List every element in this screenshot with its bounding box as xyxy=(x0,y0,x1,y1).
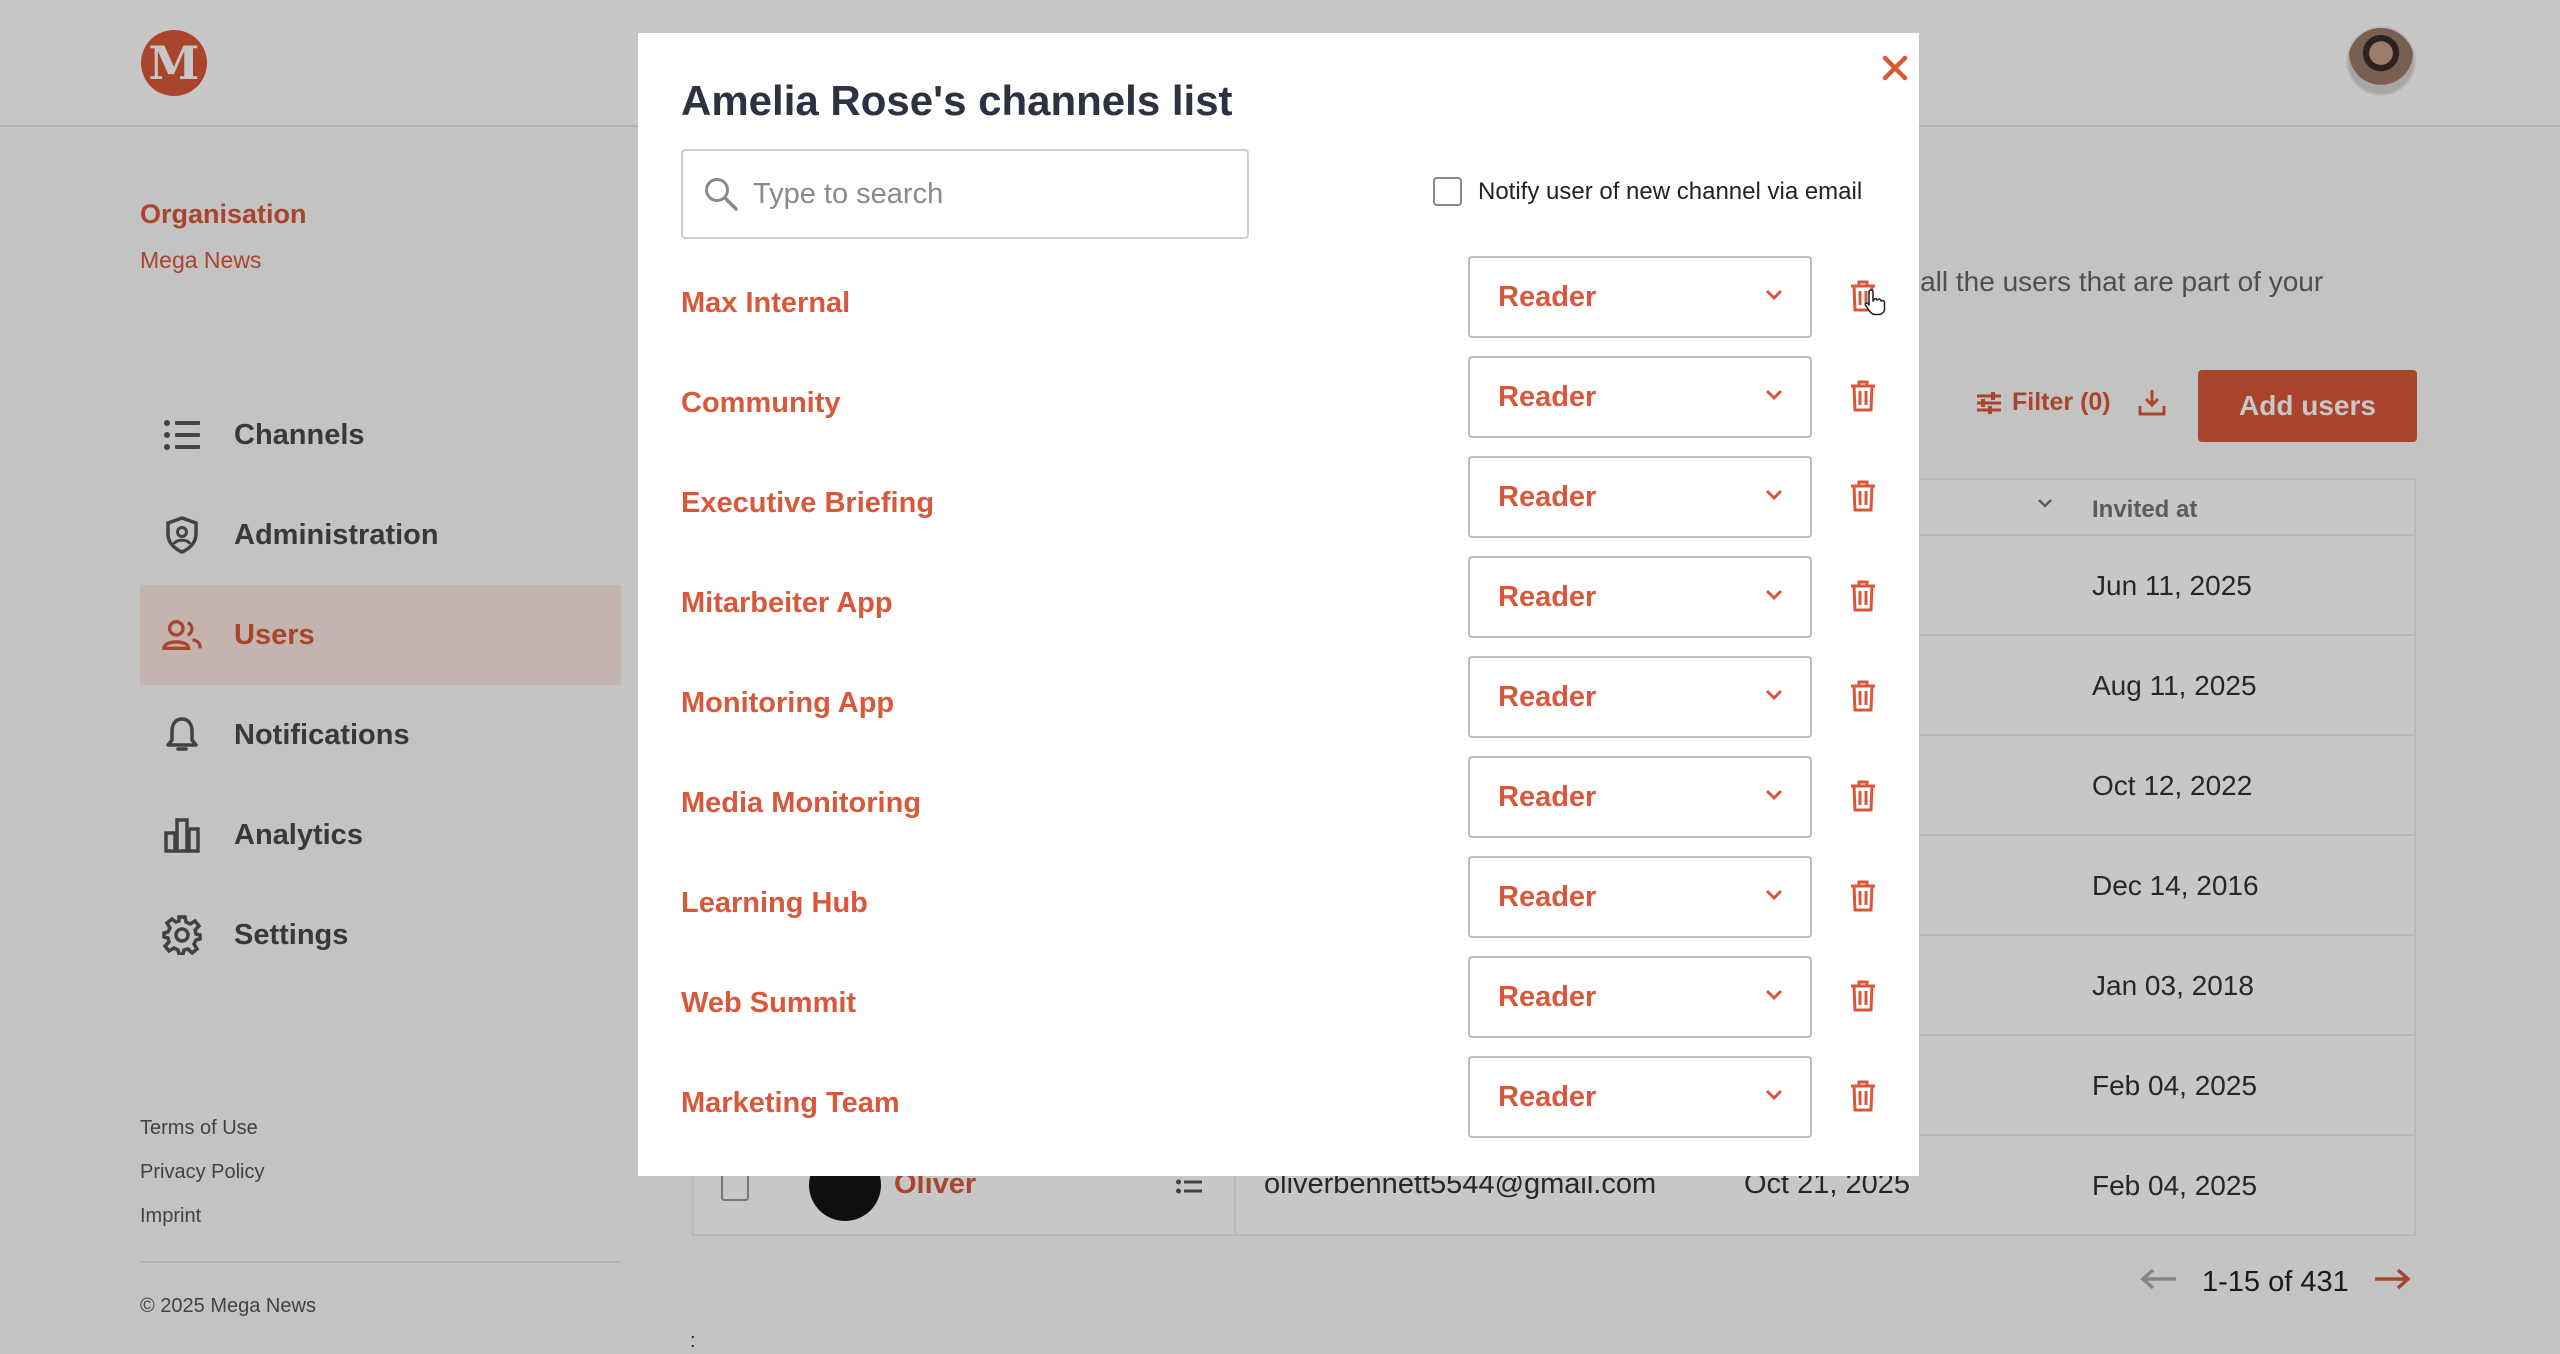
channel-row: Mitarbeiter App Reader xyxy=(638,556,1919,656)
close-icon[interactable] xyxy=(1872,45,1918,91)
role-value: Reader xyxy=(1498,980,1597,1013)
role-value: Reader xyxy=(1498,880,1597,913)
channel-row: Learning Hub Reader xyxy=(638,856,1919,956)
channel-name[interactable]: Marketing Team xyxy=(681,1087,900,1120)
delete-icon[interactable] xyxy=(1843,576,1883,616)
chevron-down-icon xyxy=(1764,688,1784,707)
role-select[interactable]: Reader xyxy=(1468,1056,1812,1138)
channel-name[interactable]: Mitarbeiter App xyxy=(681,587,893,620)
channel-row: Monitoring App Reader xyxy=(638,656,1919,756)
channel-name[interactable]: Media Monitoring xyxy=(681,787,921,820)
channel-row: Max Internal Reader xyxy=(638,256,1919,356)
role-select[interactable]: Reader xyxy=(1468,356,1812,438)
channel-row: Media Monitoring Reader xyxy=(638,756,1919,856)
delete-icon[interactable] xyxy=(1843,1076,1883,1116)
role-value: Reader xyxy=(1498,280,1597,313)
role-value: Reader xyxy=(1498,780,1597,813)
chevron-down-icon xyxy=(1764,288,1784,307)
role-value: Reader xyxy=(1498,680,1597,713)
channel-row: Marketing Team Reader xyxy=(638,1056,1919,1156)
notify-label: Notify user of new channel via email xyxy=(1478,177,1863,205)
delete-icon[interactable] xyxy=(1843,676,1883,716)
role-value: Reader xyxy=(1498,580,1597,613)
delete-icon[interactable] xyxy=(1843,776,1883,816)
channel-row: Web Summit Reader xyxy=(638,956,1919,1056)
chevron-down-icon xyxy=(1764,788,1784,807)
search-field[interactable] xyxy=(681,149,1249,239)
chevron-down-icon xyxy=(1764,1088,1784,1107)
channel-name[interactable]: Max Internal xyxy=(681,287,850,320)
role-value: Reader xyxy=(1498,380,1597,413)
channel-name[interactable]: Community xyxy=(681,387,841,420)
chevron-down-icon xyxy=(1764,388,1784,407)
delete-icon[interactable] xyxy=(1843,476,1883,516)
channel-row: Community Reader xyxy=(638,356,1919,456)
role-value: Reader xyxy=(1498,1080,1597,1113)
channel-name[interactable]: Learning Hub xyxy=(681,887,868,920)
chevron-down-icon xyxy=(1764,888,1784,907)
role-select[interactable]: Reader xyxy=(1468,956,1812,1038)
search-icon xyxy=(705,178,738,211)
role-select[interactable]: Reader xyxy=(1468,756,1812,838)
role-select[interactable]: Reader xyxy=(1468,456,1812,538)
channel-row: Executive Briefing Reader xyxy=(638,456,1919,556)
channel-name[interactable]: Web Summit xyxy=(681,987,856,1020)
role-select[interactable]: Reader xyxy=(1468,656,1812,738)
delete-icon[interactable] xyxy=(1843,976,1883,1016)
role-value: Reader xyxy=(1498,480,1597,513)
chevron-down-icon xyxy=(1764,988,1784,1007)
delete-icon[interactable] xyxy=(1843,876,1883,916)
role-select[interactable]: Reader xyxy=(1468,256,1812,338)
pointer-cursor-icon xyxy=(1864,288,1886,321)
delete-icon[interactable] xyxy=(1843,376,1883,416)
channel-name[interactable]: Executive Briefing xyxy=(681,487,934,520)
notify-option[interactable]: Notify user of new channel via email xyxy=(1433,177,1862,206)
role-select[interactable]: Reader xyxy=(1468,556,1812,638)
channels-modal: Amelia Rose's channels list Notify user … xyxy=(638,33,1919,1176)
modal-title: Amelia Rose's channels list xyxy=(681,77,1233,124)
chevron-down-icon xyxy=(1764,488,1784,507)
search-input[interactable] xyxy=(753,177,1233,211)
channel-name[interactable]: Monitoring App xyxy=(681,687,894,720)
role-select[interactable]: Reader xyxy=(1468,856,1812,938)
notify-checkbox[interactable] xyxy=(1433,177,1462,206)
chevron-down-icon xyxy=(1764,588,1784,607)
